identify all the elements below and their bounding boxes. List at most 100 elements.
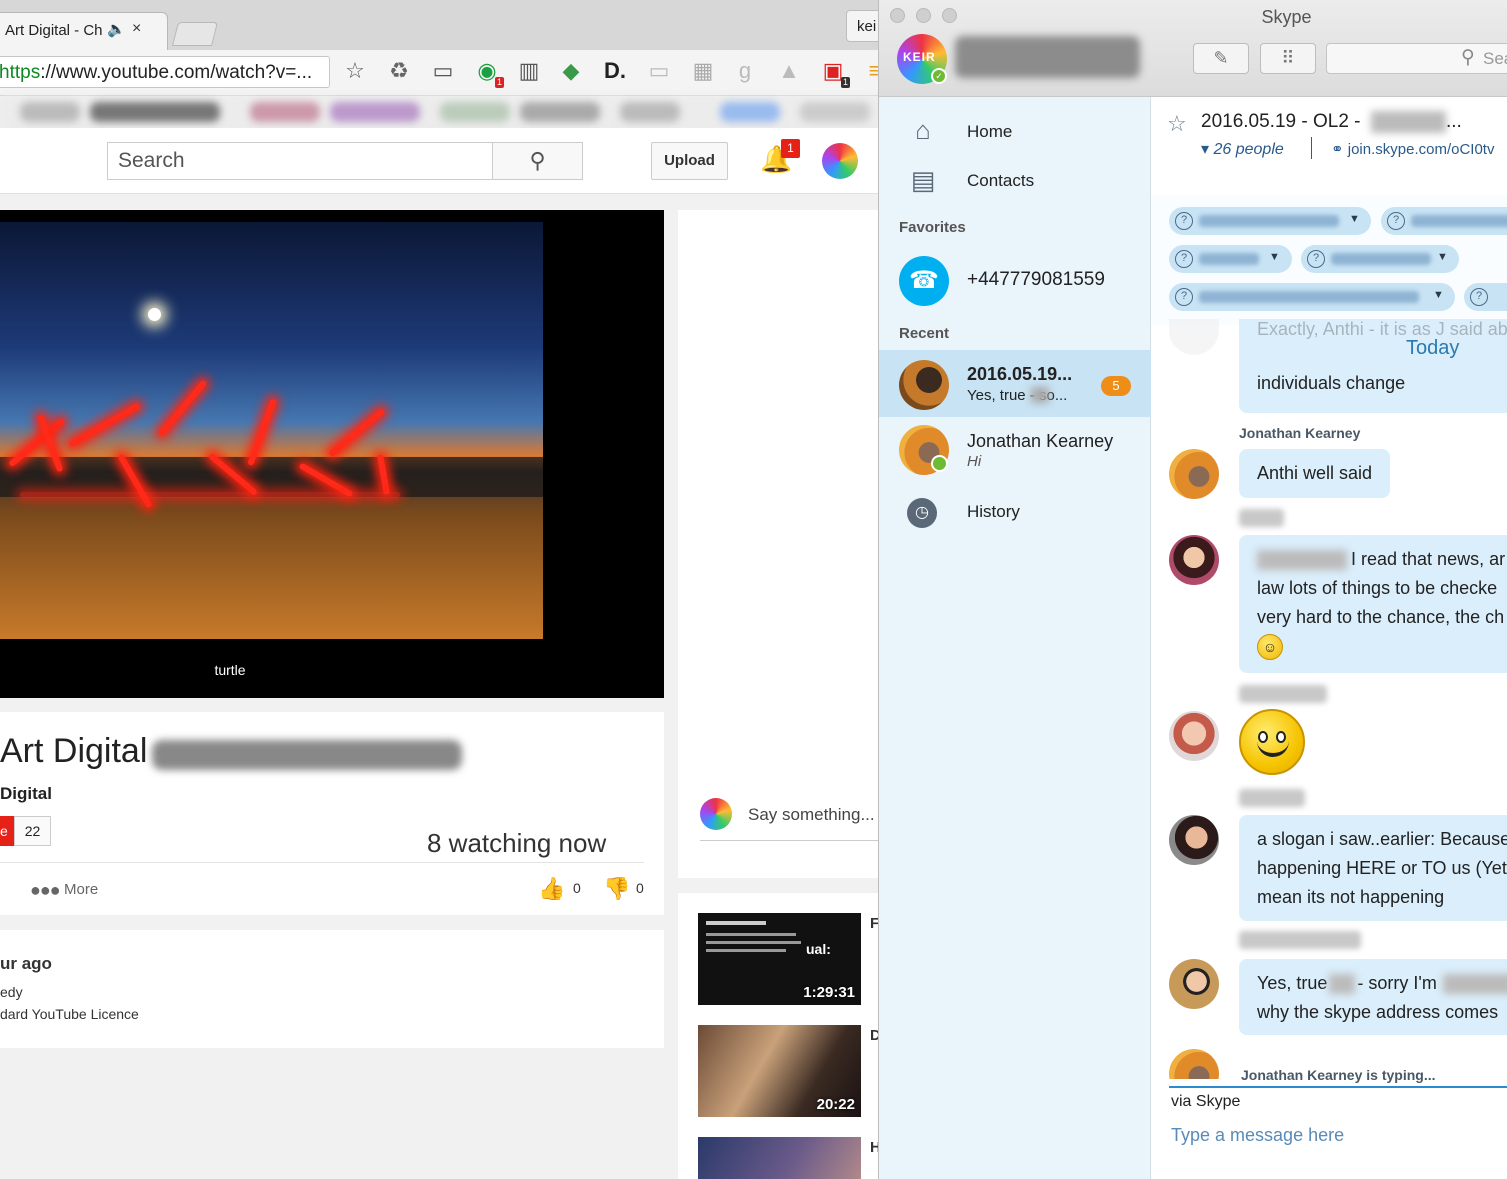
search-input[interactable]: Search	[107, 142, 493, 180]
message-line: a slogan i saw..earlier: Because	[1257, 829, 1507, 849]
license: dard YouTube Licence	[0, 1006, 139, 1022]
participant-chip[interactable]: ? ▼	[1169, 245, 1292, 273]
tab-youtube[interactable]: Art Digital - Ch 🔈 ×	[0, 12, 168, 50]
title-ellipsis: ...	[1446, 111, 1462, 132]
bookmark-star-icon[interactable]: ☆	[342, 58, 368, 84]
video-title: Art Digital -	[0, 732, 169, 770]
css-icon[interactable]: ▭	[646, 58, 672, 84]
home-icon[interactable]: ⌂	[907, 115, 939, 146]
recycle-icon[interactable]: ♻	[386, 58, 412, 84]
phone-icon[interactable]: ☎	[899, 256, 949, 306]
video-frame[interactable]	[0, 222, 543, 639]
related-thumbnail[interactable]: ual: 1:29:31	[698, 913, 861, 1005]
nav-home[interactable]: Home	[967, 122, 1012, 142]
search-button[interactable]: ⚲	[492, 142, 583, 180]
message-line: why the skype address comes	[1257, 1002, 1499, 1022]
recent-preview: Yes, true - so...	[967, 387, 1068, 404]
divider	[0, 862, 644, 863]
close-tab-icon[interactable]: ×	[132, 20, 141, 38]
url-scheme: https	[0, 62, 41, 83]
cast-icon[interactable]: ▭	[430, 58, 456, 84]
extension-green-icon[interactable]: ◉ 1	[474, 58, 504, 88]
chat-input[interactable]: Say something...	[748, 805, 875, 825]
category: edy	[0, 984, 23, 1000]
thumbs-up-icon[interactable]: 👍	[538, 876, 565, 902]
nav-contacts[interactable]: Contacts	[967, 171, 1034, 191]
join-link[interactable]: ⚭ join.skype.com/oCI0tv	[1331, 140, 1494, 158]
dialpad-button[interactable]: ⠿	[1260, 43, 1316, 74]
redacted-text	[1031, 387, 1049, 403]
account-avatar[interactable]	[822, 143, 858, 179]
message-line: Yes, true - sorry I'm	[1257, 969, 1507, 998]
subscribe-button[interactable]: e	[0, 816, 14, 846]
address-bar[interactable]: https://www.youtube.com/watch?v=...	[0, 56, 330, 88]
search-icon: ⚲	[529, 148, 546, 173]
message-line: mean its not happening	[1257, 887, 1445, 907]
video-duration: 1:29:31	[803, 984, 855, 1001]
participant-chip[interactable]: ?	[1464, 283, 1507, 311]
chat-input-underline	[700, 840, 880, 841]
favorite-phone-number[interactable]: +447779081559	[967, 269, 1105, 291]
message-sender: Jonathan Kearney	[1239, 425, 1361, 441]
more-button[interactable]: More	[64, 881, 98, 898]
published-time: ur ago	[0, 954, 52, 973]
url-text: ://www.youtube.com/watch?v=...	[40, 62, 313, 83]
search-placeholder: Sea	[1483, 49, 1507, 68]
extension-red-icon[interactable]: ▣ 1	[820, 58, 850, 88]
chat-avatar	[700, 798, 732, 830]
related-thumbnail[interactable]	[698, 1137, 861, 1179]
online-status-icon: ✓	[931, 68, 947, 84]
d-extension-icon[interactable]: D.	[602, 58, 628, 84]
message-avatar	[1169, 959, 1219, 1009]
redacted-username	[955, 36, 1140, 78]
history-icon[interactable]: ◷	[907, 498, 937, 528]
thumbs-down-icon[interactable]: 👎	[603, 876, 630, 902]
message-list: Exactly, Anthi - it is as J said ab ampl…	[1151, 319, 1507, 1179]
speaker-icon[interactable]: 🔈	[107, 20, 126, 38]
channel-name[interactable]: Digital	[0, 784, 52, 804]
participant-chip[interactable]: ?	[1381, 207, 1507, 235]
participants-toggle[interactable]: ▾ 26 people	[1201, 139, 1284, 159]
compose-button[interactable]: ✎	[1193, 43, 1249, 74]
message-text: Anthi well said	[1257, 463, 1373, 483]
recent-contact-name[interactable]: Jonathan Kearney	[967, 431, 1113, 452]
notification-count-badge: 1	[781, 139, 800, 158]
nav-history[interactable]: History	[967, 502, 1020, 522]
participant-chip[interactable]: ? ▼	[1169, 207, 1371, 235]
evernote-icon[interactable]: ◆	[558, 58, 584, 84]
skype-search-input[interactable]: ⚲ Sea	[1326, 43, 1507, 74]
browser-toolbar: https://www.youtube.com/watch?v=... ☆ ♻ …	[0, 50, 880, 96]
participant-chip[interactable]: ? ▼	[1301, 245, 1459, 273]
drive-icon[interactable]: ▲	[776, 58, 802, 84]
participant-chips: ? ▼ ? ? ▼ ? ▼ ? ▼ ?	[1151, 195, 1507, 325]
video-caption: turtle	[214, 662, 246, 678]
moon	[148, 308, 161, 321]
participant-chip[interactable]: ? ▼	[1169, 283, 1455, 311]
conversation-pane: ☆ 2016.05.19 - OL2 - ... ▾ 26 people ⚭ j…	[1151, 97, 1507, 1179]
related-videos: ual: 1:29:31 F 20:22 D H	[678, 893, 880, 1179]
related-thumbnail[interactable]: 20:22	[698, 1025, 861, 1117]
upload-button[interactable]: Upload	[651, 142, 728, 180]
favorite-star-icon[interactable]: ☆	[1167, 111, 1187, 137]
redacted-text	[1442, 974, 1507, 995]
contacts-icon[interactable]: ▤	[907, 165, 939, 196]
redacted-sender	[1239, 509, 1284, 527]
subscriber-count: 22	[14, 816, 51, 846]
google-plus-icon[interactable]: g	[732, 58, 758, 84]
search-icon: ⚲	[1461, 47, 1475, 68]
video-info-panel: Art Digital - Digital e 22 8 watching no…	[0, 712, 664, 915]
online-status-icon	[931, 455, 948, 472]
screenshot-icon[interactable]: ▦	[690, 58, 716, 84]
book-icon[interactable]: ▥	[516, 58, 542, 84]
compose-divider	[1169, 1086, 1507, 1088]
message-input[interactable]: Type a message here	[1171, 1125, 1344, 1146]
big-smile-emoji	[1239, 709, 1305, 775]
message-line: very hard to the chance, the ch	[1257, 607, 1505, 627]
watching-now: 8 watching now	[427, 828, 607, 858]
skype-titlebar: Skype KEIR ✓ ✎ ⠿ ⚲ Sea	[879, 0, 1507, 97]
message-avatar	[1169, 449, 1219, 499]
new-tab-button[interactable]	[172, 22, 218, 46]
profile-button[interactable]: kei	[846, 10, 880, 42]
more-dots-icon[interactable]: ●●●	[30, 880, 61, 901]
divider	[1311, 137, 1312, 159]
